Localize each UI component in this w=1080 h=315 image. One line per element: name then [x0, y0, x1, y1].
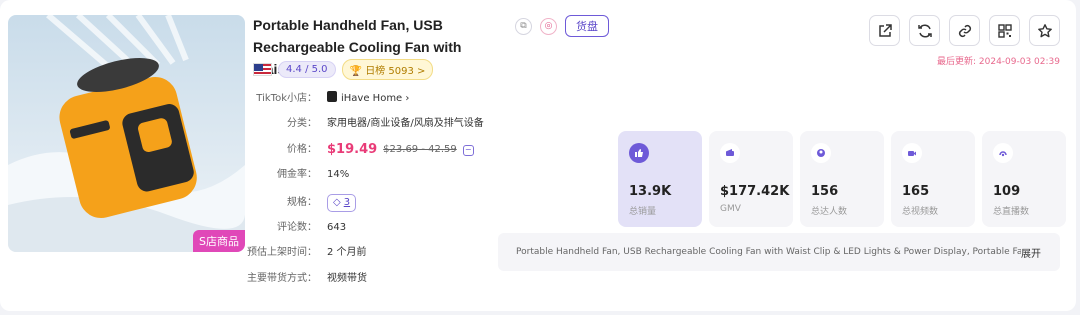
thumb-icon	[629, 143, 649, 163]
commission-row: 佣金率： 14%	[257, 168, 349, 182]
price-value: $19.49	[327, 142, 378, 157]
reviews-value: 643	[327, 222, 347, 233]
refresh-button[interactable]	[909, 15, 940, 46]
commission-value: 14%	[327, 169, 350, 180]
stat-value: 109	[993, 184, 1021, 199]
wallet-icon	[720, 143, 740, 163]
category-value: 家用电器/商业设备/风扇及排气设备	[327, 118, 484, 129]
commission-label: 佣金率：	[277, 169, 317, 180]
stat-label: 总达人数	[811, 207, 848, 217]
rating-badge: 4.4 / 5.0	[278, 61, 336, 78]
tag-icon: ◇	[333, 197, 341, 208]
shop-name: iHave Home	[341, 93, 403, 104]
refresh-icon	[917, 23, 932, 38]
stat-total-sales[interactable]: 13.9K 总销量	[618, 131, 702, 227]
video-icon	[902, 143, 922, 163]
person-icon	[811, 143, 831, 163]
mode-label: 主要带货方式：	[247, 273, 317, 284]
open-external-icon	[878, 23, 892, 37]
stat-label: 总销量	[629, 207, 657, 217]
spec-row: 规格： ◇ 3	[257, 194, 357, 212]
price-history-icon[interactable]: −	[462, 144, 474, 156]
shop-logo-icon[interactable]: ◎	[540, 17, 557, 35]
shop-product-badge: S店商品	[193, 230, 245, 252]
product-description: Portable Handheld Fan, USB Rechargeable …	[516, 247, 1021, 257]
price-row: 价格： $19.49 $23.69 - 42.59 −	[257, 143, 474, 157]
reviews-label: 评论数：	[277, 222, 317, 233]
chevron-right-icon: ›	[405, 93, 410, 104]
stats-row: 13.9K 总销量 $177.42K GMV 156 总达人数 165 总视频数…	[618, 131, 1066, 227]
stat-videos[interactable]: 165 总视频数	[891, 131, 975, 227]
spec-label: 规格：	[287, 197, 317, 208]
shop-label: TikTok小店：	[256, 92, 317, 104]
launch-value: 2 个月前	[327, 247, 367, 258]
live-icon	[993, 143, 1013, 163]
stat-creators[interactable]: 156 总达人数	[800, 131, 884, 227]
launch-row: 预估上架时间： 2 个月前	[244, 246, 367, 260]
title-icon-group: ⧉ ◎ 货盘	[515, 15, 609, 37]
stat-lives[interactable]: 109 总直播数	[982, 131, 1066, 227]
expand-button[interactable]: 展开	[1021, 245, 1041, 260]
category-row: 分类： 家用电器/商业设备/风扇及排气设备	[257, 117, 484, 131]
price-label: 价格：	[287, 144, 317, 155]
action-toolbar	[869, 15, 1060, 46]
stat-label: GMV	[720, 204, 741, 214]
copy-icon[interactable]: ⧉	[515, 17, 532, 35]
spec-button[interactable]: ◇ 3	[327, 194, 357, 212]
stat-label: 总直播数	[993, 207, 1030, 217]
open-external-button[interactable]	[869, 15, 900, 46]
favorite-button[interactable]	[1029, 15, 1060, 46]
shop-link[interactable]: iHave Home ›	[327, 91, 409, 106]
daily-rank-text: 日榜 5093 >	[365, 66, 426, 77]
last-updated: 最后更新: 2024-09-03 02:39	[937, 57, 1060, 67]
star-icon	[1037, 23, 1052, 37]
mode-value: 视频带货	[327, 273, 367, 284]
daily-rank-badge[interactable]: 🏆 日榜 5093 >	[341, 59, 434, 80]
link-icon	[958, 24, 971, 37]
qr-code-button[interactable]	[989, 15, 1020, 46]
stat-value: 165	[902, 184, 930, 199]
link-button[interactable]	[949, 15, 980, 46]
stat-label: 总视频数	[902, 207, 939, 217]
stat-value: 156	[811, 184, 839, 199]
price-range: $23.69 - 42.59	[383, 144, 457, 155]
shop-row: TikTok小店： iHave Home ›	[244, 91, 409, 106]
shop-bag-icon	[327, 91, 337, 102]
badge-row: 4.4 / 5.0 🏆 日榜 5093 >	[253, 59, 434, 80]
stat-value: 13.9K	[629, 184, 672, 199]
stat-gmv[interactable]: $177.42K GMV	[709, 131, 793, 227]
description-bar: Portable Handheld Fan, USB Rechargeable …	[498, 233, 1060, 271]
product-card: S店商品 Portable Handheld Fan, USB Recharge…	[0, 0, 1076, 311]
spec-count: 3	[343, 197, 351, 208]
launch-label: 预估上架时间：	[247, 247, 317, 258]
us-flag-icon	[253, 63, 272, 76]
category-label: 分类：	[287, 118, 317, 129]
product-image[interactable]: S店商品	[8, 15, 245, 252]
mode-row: 主要带货方式： 视频带货	[231, 272, 367, 286]
goods-tag-button[interactable]: 货盘	[565, 15, 609, 37]
qr-code-icon	[997, 23, 1012, 38]
reviews-row: 评论数： 643	[257, 221, 346, 235]
stat-value: $177.42K	[720, 184, 790, 199]
